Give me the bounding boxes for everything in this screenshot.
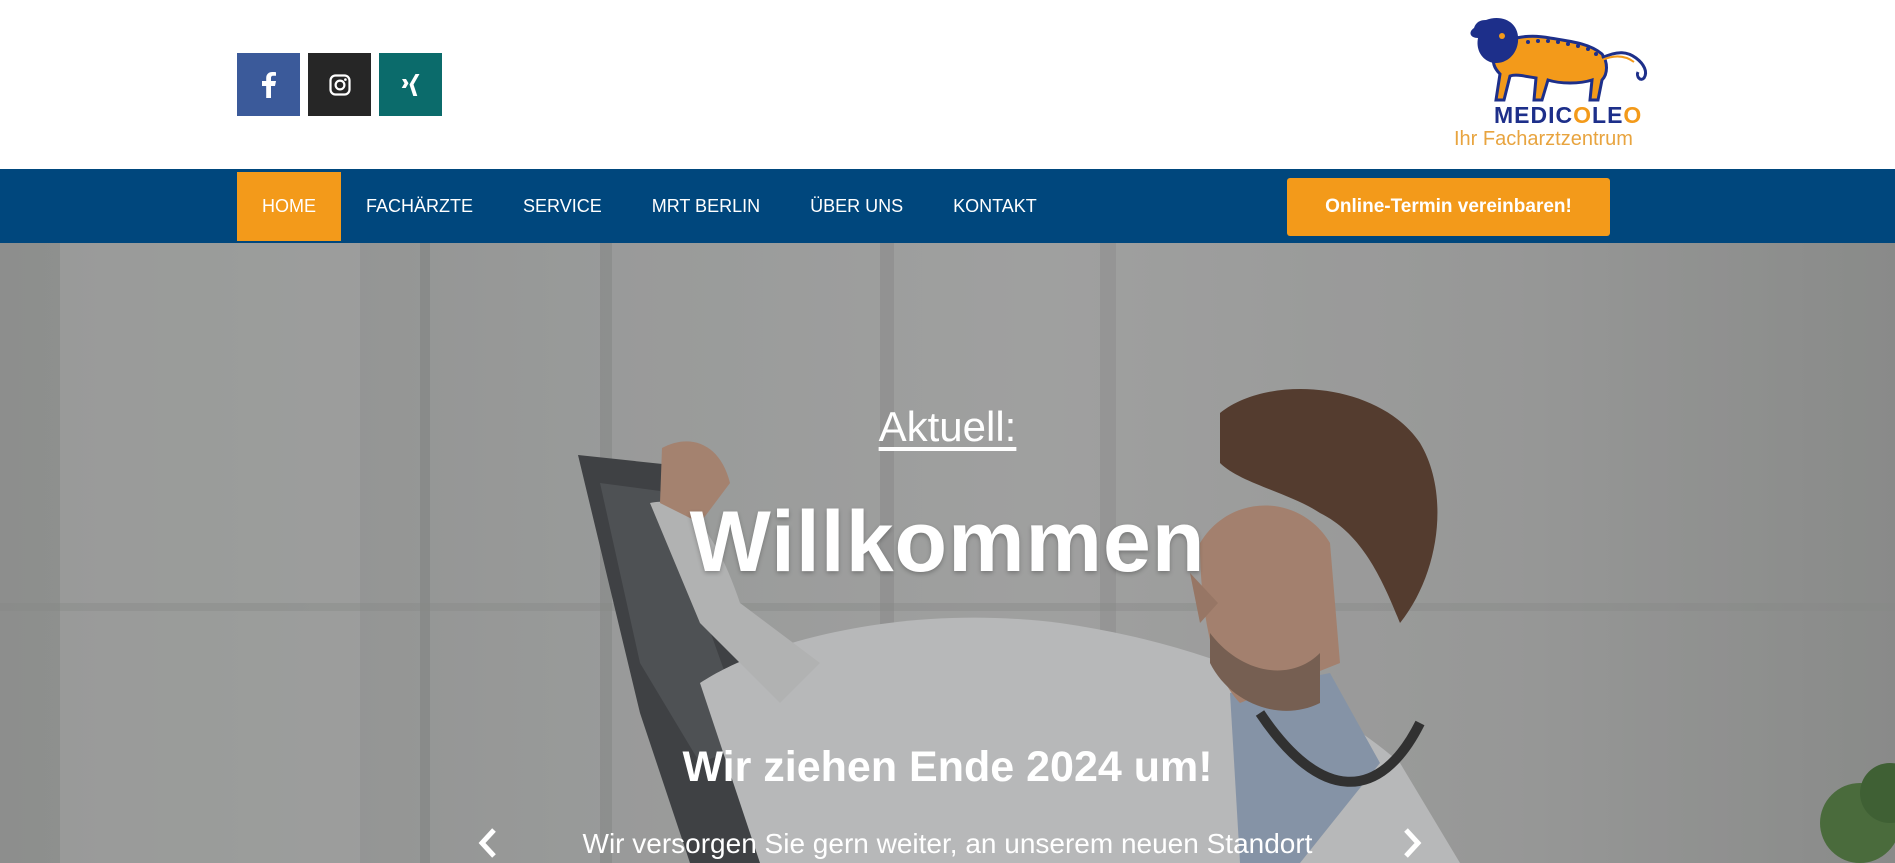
instagram-link[interactable]	[308, 53, 371, 116]
nav-item-ueber-uns[interactable]: ÜBER UNS	[785, 172, 928, 241]
chevron-left-icon	[478, 828, 496, 858]
facebook-link[interactable]	[237, 53, 300, 116]
nav-item-kontakt[interactable]: KONTAKT	[928, 172, 1062, 241]
top-header: MEDICOLEO Ihr Facharztzentrum	[0, 0, 1895, 169]
chevron-right-icon	[1404, 828, 1422, 858]
logo-wordmark: MEDICOLEO	[1494, 102, 1643, 128]
social-links	[237, 53, 442, 116]
nav-item-mrt-berlin[interactable]: MRT BERLIN	[627, 172, 785, 241]
lion-logo-icon	[1470, 18, 1648, 102]
instagram-icon	[328, 73, 351, 96]
hero-headline: Willkommen	[689, 494, 1206, 590]
nav-item-service[interactable]: SERVICE	[498, 172, 627, 241]
hero-label: Aktuell:	[878, 403, 1017, 450]
online-appointment-button[interactable]: Online-Termin vereinbaren!	[1287, 178, 1610, 236]
medicoleo-logo[interactable]: MEDICOLEO Ihr Facharztzentrum	[1450, 14, 1655, 154]
hero-subheadline: Wir ziehen Ende 2024 um!	[682, 743, 1213, 791]
xing-icon	[401, 73, 421, 97]
hero-body-text: Wir versorgen Sie gern weiter, an unsere…	[582, 828, 1313, 859]
nav-item-home[interactable]: HOME	[237, 172, 341, 241]
slider-prev-button[interactable]	[468, 823, 508, 863]
xing-link[interactable]	[379, 53, 442, 116]
logo-tagline: Ihr Facharztzentrum	[1454, 128, 1633, 150]
main-navigation: HOME FACHÄRZTE SERVICE MRT BERLIN ÜBER U…	[0, 169, 1895, 243]
nav-item-fachaerzte[interactable]: FACHÄRZTE	[341, 172, 498, 241]
hero-slider: Aktuell: Willkommen Wir ziehen Ende 2024…	[0, 243, 1895, 863]
slider-next-button[interactable]	[1392, 823, 1432, 863]
facebook-icon	[261, 71, 276, 98]
nav-menu: HOME FACHÄRZTE SERVICE MRT BERLIN ÜBER U…	[237, 172, 1062, 241]
